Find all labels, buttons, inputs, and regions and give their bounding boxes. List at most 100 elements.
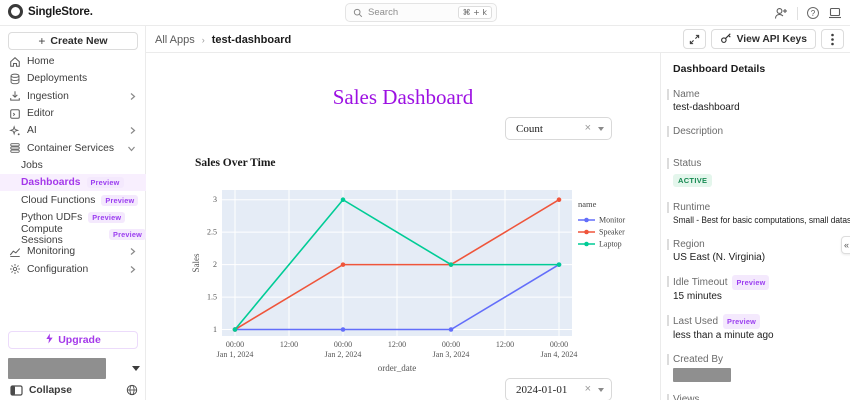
sales-chart-svg: 11.522.5300:00Jan 1, 202412:00 00:00Jan 2… <box>191 190 626 373</box>
toolbar-actions: View API Keys <box>682 29 844 49</box>
sidebar-item-container-services[interactable]: Container Services <box>0 139 146 156</box>
chevron-right-icon <box>129 92 136 101</box>
sidebar-item-label: AI <box>27 125 37 137</box>
kebab-menu-button[interactable] <box>821 29 844 49</box>
details-heading: Dashboard Details <box>673 63 766 75</box>
header-divider <box>797 6 798 20</box>
search-input[interactable] <box>368 7 458 18</box>
svg-text:12:00: 12:00 <box>496 340 514 349</box>
breadcrumb-all-apps[interactable]: All Apps <box>155 34 195 46</box>
sidebar: + Create New Home Deployments Ingestion … <box>0 26 146 400</box>
account-name-redacted <box>8 357 106 379</box>
svg-text:00:00: 00:00 <box>550 340 568 349</box>
svg-text:2.5: 2.5 <box>207 228 217 237</box>
breadcrumb-separator: › <box>201 34 205 45</box>
svg-text:Jan 4, 2024: Jan 4, 2024 <box>541 350 578 359</box>
ai-sparkle-icon <box>8 125 21 137</box>
search-icon <box>353 8 363 18</box>
breadcrumb: All Apps › test-dashboard <box>155 26 291 53</box>
svg-text:00:00: 00:00 <box>334 340 352 349</box>
field-value: Small - Best for basic computations, sma… <box>673 215 850 225</box>
field-views: Views 0 <box>667 393 838 400</box>
help-icon[interactable]: ? <box>807 7 819 19</box>
field-value: less than a minute ago <box>673 330 774 341</box>
collapse-label[interactable]: Collapse <box>29 385 126 396</box>
metric-select-value: Count <box>516 122 543 135</box>
sidebar-item-monitoring[interactable]: Monitoring <box>0 243 146 260</box>
preview-badge: Preview <box>86 177 124 189</box>
chevron-right-icon <box>129 247 136 256</box>
sidebar-item-compute-sessions[interactable]: Compute Sessions Preview <box>0 224 146 246</box>
select-caret-icon[interactable] <box>598 387 604 392</box>
sidebar-item-dashboards[interactable]: Dashboards Preview <box>0 174 146 192</box>
sidebar-item-label: Container Services <box>27 142 114 154</box>
brand[interactable]: SingleStore. <box>8 4 93 19</box>
bolt-icon <box>45 333 54 347</box>
collapse-sidebar-icon[interactable] <box>10 384 23 396</box>
sidebar-item-home[interactable]: Home <box>0 53 146 70</box>
search-shortcut-kbd: ⌘ + k <box>457 6 492 19</box>
upgrade-label: Upgrade <box>58 334 101 346</box>
sidebar-item-label: Deployments <box>27 73 88 85</box>
date-select[interactable]: 2024-01-01 × <box>505 378 612 400</box>
sales-over-time-chart[interactable]: 1 1.5 2 2.5 3 00:00 Jan 1, 2024 12:00 00:00 Jan 2… <box>186 183 656 375</box>
svg-text:12:00: 12:00 <box>280 340 298 349</box>
view-api-keys-button[interactable]: View API Keys <box>710 29 816 49</box>
field-label: Region <box>673 239 705 250</box>
chevron-right-icon <box>129 265 136 274</box>
svg-text:2: 2 <box>213 260 217 269</box>
field-label: Idle Timeout Preview <box>673 275 838 290</box>
expand-button[interactable] <box>682 29 706 49</box>
svg-text:name: name <box>578 199 597 209</box>
svg-text:12:00: 12:00 <box>388 340 406 349</box>
status-badge: ACTIVE <box>673 174 713 187</box>
breadcrumb-bar: All Apps › test-dashboard View API Keys <box>146 26 850 53</box>
metric-select[interactable]: Count × <box>505 117 612 140</box>
svg-text:3: 3 <box>213 195 217 204</box>
field-label: Created By <box>673 354 724 365</box>
sidebar-item-label: Dashboards <box>21 177 81 189</box>
header-icons: ? <box>774 0 842 26</box>
chevron-right-icon <box>129 126 136 135</box>
field-label: Name <box>673 89 700 100</box>
clear-icon[interactable]: × <box>585 123 591 134</box>
dashboard-title: Sales Dashboard <box>332 85 474 109</box>
svg-text:Jan 1, 2024: Jan 1, 2024 <box>217 350 254 359</box>
sidebar-item-configuration[interactable]: Configuration <box>0 261 146 278</box>
home-icon <box>8 56 21 68</box>
sidebar-item-label: Jobs <box>21 159 43 171</box>
field-label: Views <box>673 394 700 400</box>
field-name: Name test-dashboard <box>667 88 838 114</box>
select-caret-icon[interactable] <box>598 126 604 131</box>
field-label: Description <box>673 126 724 137</box>
gear-icon <box>8 263 21 275</box>
field-value: test-dashboard <box>673 102 740 113</box>
sidebar-item-ingestion[interactable]: Ingestion <box>0 88 146 105</box>
docs-icon[interactable] <box>828 7 842 19</box>
preview-badge: Preview <box>723 314 761 329</box>
field-value: US East (N. Virginia) <box>673 252 766 263</box>
dashboard-canvas: Sales Dashboard Count × Sales Over Time … <box>146 53 660 400</box>
sidebar-item-deployments[interactable]: Deployments <box>0 70 146 87</box>
dashboard-details-panel: Dashboard Details Name test-dashboard De… <box>660 53 850 400</box>
svg-text:00:00: 00:00 <box>226 340 244 349</box>
globe-icon[interactable] <box>126 384 138 396</box>
containers-icon <box>8 142 21 154</box>
global-search[interactable]: ⌘ + k <box>345 3 497 22</box>
field-label: Runtime <box>673 202 711 213</box>
invite-user-icon[interactable] <box>774 7 788 20</box>
sidebar-item-editor[interactable]: Editor <box>0 105 146 122</box>
account-selector[interactable] <box>8 357 140 379</box>
sidebar-item-cloud-functions[interactable]: Cloud Functions Preview <box>0 191 146 208</box>
clear-icon[interactable]: × <box>585 384 591 395</box>
preview-badge: Preview <box>732 275 770 290</box>
sidebar-item-jobs[interactable]: Jobs <box>0 157 146 174</box>
sidebar-item-label: Editor <box>27 108 54 120</box>
upgrade-button[interactable]: Upgrade <box>8 331 138 349</box>
field-status: Status ACTIVE <box>667 157 838 188</box>
svg-text:Speaker: Speaker <box>599 228 625 237</box>
database-icon <box>8 73 21 85</box>
create-new-button[interactable]: + Create New <box>8 32 138 50</box>
panel-collapse-handle[interactable]: « <box>841 236 850 254</box>
sidebar-item-ai[interactable]: AI <box>0 122 146 139</box>
